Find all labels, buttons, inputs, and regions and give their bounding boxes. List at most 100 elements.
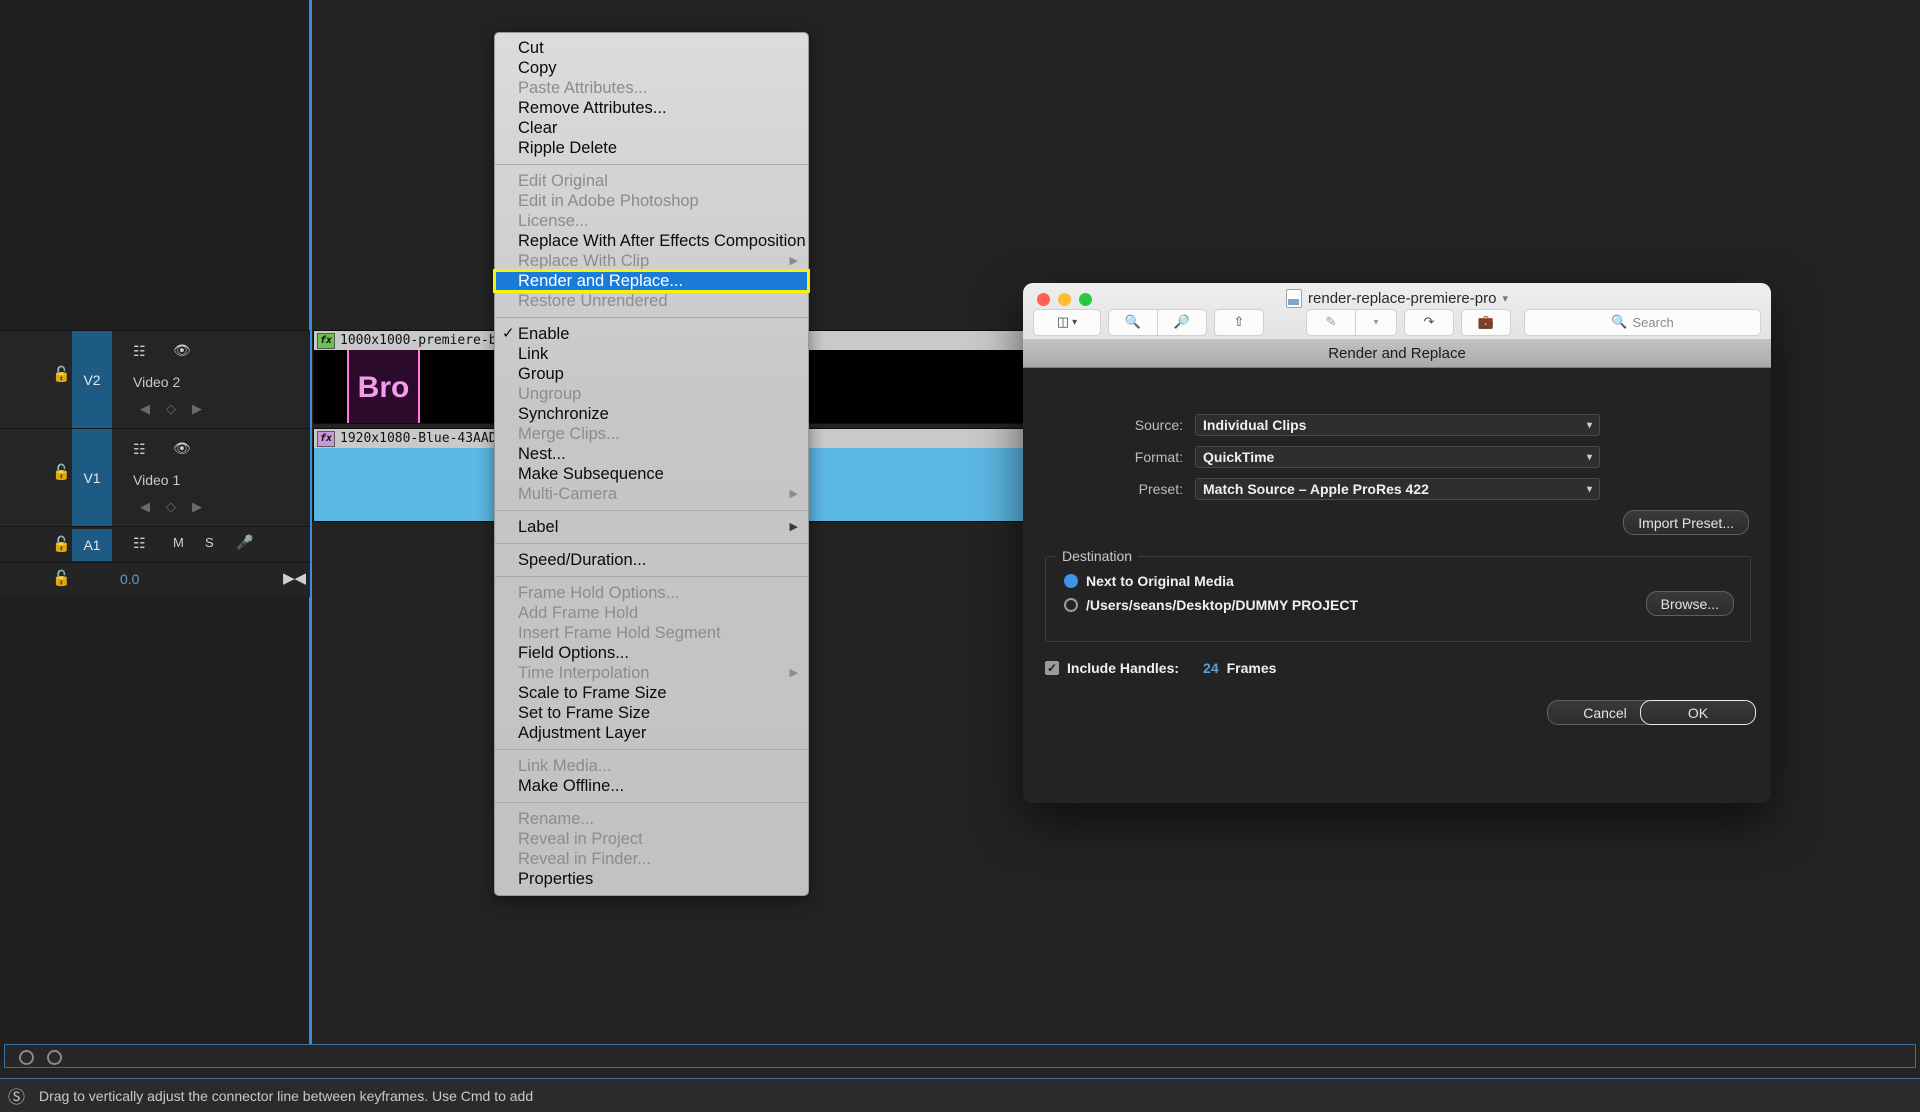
track-badge-v2[interactable]: V2 bbox=[72, 331, 112, 429]
menu-item-reveal-in-project: Reveal in Project bbox=[495, 829, 808, 849]
menu-item-scale-to-frame-size[interactable]: Scale to Frame Size bbox=[495, 683, 808, 703]
markup-options-button[interactable]: ▾ bbox=[1356, 309, 1397, 336]
lock-icon[interactable]: 🔓 bbox=[52, 367, 68, 382]
menu-item-frame-hold-options: Frame Hold Options... bbox=[495, 583, 808, 603]
destination-option-next-to-original[interactable]: Next to Original Media bbox=[1064, 573, 1234, 589]
keyframe-nav-v2[interactable]: ◀◇▶ bbox=[140, 401, 218, 417]
menu-item-label: Enable bbox=[518, 325, 569, 343]
menu-item-add-frame-hold: Add Frame Hold bbox=[495, 603, 808, 623]
include-handles-unit: Frames bbox=[1227, 660, 1277, 676]
preset-field-row: Preset: Match Source – Apple ProRes 422 … bbox=[1023, 478, 1600, 500]
chevron-down-icon[interactable]: ▾ bbox=[1502, 292, 1508, 305]
track-name-label: Video 1 bbox=[133, 472, 180, 488]
menu-item-label: Time Interpolation bbox=[518, 664, 649, 682]
menu-item-enable[interactable]: ✓ Enable bbox=[495, 324, 808, 344]
zoom-in-button[interactable]: 🔎 bbox=[1158, 309, 1207, 336]
markup-button-group[interactable]: ✎ ▾ bbox=[1306, 309, 1397, 336]
timeline-horizontal-scrollbar[interactable] bbox=[4, 1044, 1916, 1068]
zoom-out-button[interactable]: 🔍 bbox=[1108, 309, 1158, 336]
search-field[interactable]: 🔍 Search bbox=[1524, 309, 1761, 336]
preview-window[interactable]: render-replace-premiere-pro ▾ ◫ ▾ 🔍 🔎 bbox=[1023, 283, 1771, 803]
menu-item-ripple-delete[interactable]: Ripple Delete bbox=[495, 138, 808, 158]
preview-titlebar[interactable]: render-replace-premiere-pro ▾ ◫ ▾ 🔍 🔎 bbox=[1023, 283, 1771, 340]
menu-item-replace-with-clip: Replace With Clip ▶ bbox=[495, 251, 808, 271]
format-dropdown[interactable]: QuickTime ▾ bbox=[1195, 446, 1600, 468]
sidebar-view-button[interactable]: ◫ ▾ bbox=[1033, 309, 1101, 336]
menu-item-label: Replace With Clip bbox=[518, 252, 649, 270]
lock-icon[interactable]: 🔓 bbox=[52, 571, 68, 586]
menu-item-link[interactable]: Link bbox=[495, 344, 808, 364]
menu-item-make-offline[interactable]: Make Offline... bbox=[495, 776, 808, 796]
menu-item-cut[interactable]: Cut bbox=[495, 38, 808, 58]
track-id-label: V1 bbox=[83, 470, 100, 486]
scroll-handle-right[interactable] bbox=[47, 1050, 62, 1065]
keyframe-marker-icon[interactable]: ▶◀ bbox=[283, 569, 306, 587]
menu-item-remove-attributes[interactable]: Remove Attributes... bbox=[495, 98, 808, 118]
mute-button[interactable]: M bbox=[173, 535, 184, 550]
menu-item-group[interactable]: Group bbox=[495, 364, 808, 384]
track-sync-icon[interactable]: ☷ bbox=[133, 441, 146, 458]
menu-item-properties[interactable]: Properties bbox=[495, 869, 808, 889]
menu-item-edit-original: Edit Original bbox=[495, 171, 808, 191]
menu-item-adjustment-layer[interactable]: Adjustment Layer bbox=[495, 723, 808, 743]
menu-item-clear[interactable]: Clear bbox=[495, 118, 808, 138]
menu-item-set-to-frame-size[interactable]: Set to Frame Size bbox=[495, 703, 808, 723]
destination-option-custom-path[interactable]: /Users/seans/Desktop/DUMMY PROJECT bbox=[1064, 597, 1358, 613]
checkbox-checked-icon[interactable]: ✓ bbox=[1045, 661, 1059, 675]
clip-context-menu[interactable]: Cut Copy Paste Attributes... Remove Attr… bbox=[494, 32, 809, 896]
markup-button[interactable]: ✎ bbox=[1306, 309, 1356, 336]
lock-icon[interactable]: 🔓 bbox=[52, 537, 68, 552]
menu-item-nest[interactable]: Nest... bbox=[495, 444, 808, 464]
submenu-arrow-icon: ▶ bbox=[790, 517, 798, 537]
preview-toolbar[interactable]: ◫ ▾ 🔍 🔎 ⇧ ✎ bbox=[1033, 309, 1761, 335]
menu-item-speed-duration[interactable]: Speed/Duration... bbox=[495, 550, 808, 570]
track-sync-icon[interactable]: ☷ bbox=[133, 535, 146, 552]
lock-icon[interactable]: 🔓 bbox=[52, 465, 68, 480]
scroll-handle-left[interactable] bbox=[19, 1050, 34, 1065]
track-header-master[interactable]: 🔓 0.0 ▶◀ bbox=[0, 562, 310, 597]
track-badge-a1[interactable]: A1 bbox=[72, 529, 112, 561]
browse-button[interactable]: Browse... bbox=[1646, 591, 1734, 616]
menu-separator bbox=[495, 317, 808, 318]
rotate-button[interactable]: ↷ bbox=[1404, 309, 1454, 336]
preset-dropdown[interactable]: Match Source – Apple ProRes 422 ▾ bbox=[1195, 478, 1600, 500]
microphone-icon[interactable]: 🎤 bbox=[236, 534, 253, 551]
menu-item-label: Multi-Camera bbox=[518, 485, 617, 503]
track-id-label: A1 bbox=[83, 537, 100, 553]
include-handles-row[interactable]: ✓ Include Handles: 24 Frames bbox=[1045, 660, 1276, 676]
menu-item-edit-in-photoshop: Edit in Adobe Photoshop bbox=[495, 191, 808, 211]
format-label: Format: bbox=[1023, 449, 1195, 465]
timeline-time-readout[interactable]: 0.0 bbox=[120, 571, 139, 587]
menu-item-label[interactable]: Label ▶ bbox=[495, 517, 808, 537]
eye-icon[interactable]: 👁 bbox=[173, 440, 191, 457]
menu-item-copy[interactable]: Copy bbox=[495, 58, 808, 78]
menu-item-replace-with-ae-composition[interactable]: Replace With After Effects Composition bbox=[495, 231, 808, 251]
ok-button[interactable]: OK bbox=[1640, 700, 1756, 725]
source-dropdown[interactable]: Individual Clips ▾ bbox=[1195, 414, 1600, 436]
share-button[interactable]: ⇧ bbox=[1214, 309, 1264, 336]
window-title-bar: render-replace-premiere-pro ▾ bbox=[1023, 289, 1771, 308]
menu-item-field-options[interactable]: Field Options... bbox=[495, 643, 808, 663]
destination-group-title: Destination bbox=[1056, 548, 1138, 564]
eye-icon[interactable]: 👁 bbox=[173, 342, 191, 359]
track-sync-icon[interactable]: ☷ bbox=[133, 343, 146, 360]
import-preset-button[interactable]: Import Preset... bbox=[1623, 510, 1749, 535]
track-name-label: Video 2 bbox=[133, 374, 180, 390]
track-header-a1[interactable]: 🔓 A1 ☷ M S 🎤 bbox=[0, 526, 310, 564]
zoom-button-group[interactable]: 🔍 🔎 bbox=[1108, 309, 1207, 336]
track-badge-v1[interactable]: V1 bbox=[72, 429, 112, 527]
include-handles-value[interactable]: 24 bbox=[1203, 660, 1219, 676]
menu-item-make-subsequence[interactable]: Make Subsequence bbox=[495, 464, 808, 484]
menu-item-render-and-replace[interactable]: Render and Replace... bbox=[495, 271, 808, 291]
clip-thumbnail-text: Bro bbox=[358, 371, 410, 405]
menu-separator bbox=[495, 164, 808, 165]
track-header-v2[interactable]: 🔓 V2 ☷ 👁 Video 2 ◀◇▶ bbox=[0, 330, 310, 430]
solo-button[interactable]: S bbox=[205, 535, 214, 550]
markup-pen-icon: ✎ bbox=[1326, 314, 1337, 330]
menu-separator bbox=[495, 749, 808, 750]
track-header-v1[interactable]: 🔓 V1 ☷ 👁 Video 1 ◀◇▶ bbox=[0, 428, 310, 528]
menu-item-synchronize[interactable]: Synchronize bbox=[495, 404, 808, 424]
keyframe-nav-v1[interactable]: ◀◇▶ bbox=[140, 499, 218, 515]
toolbox-button[interactable]: 💼 bbox=[1461, 309, 1511, 336]
chevron-down-icon: ▾ bbox=[1587, 484, 1592, 495]
